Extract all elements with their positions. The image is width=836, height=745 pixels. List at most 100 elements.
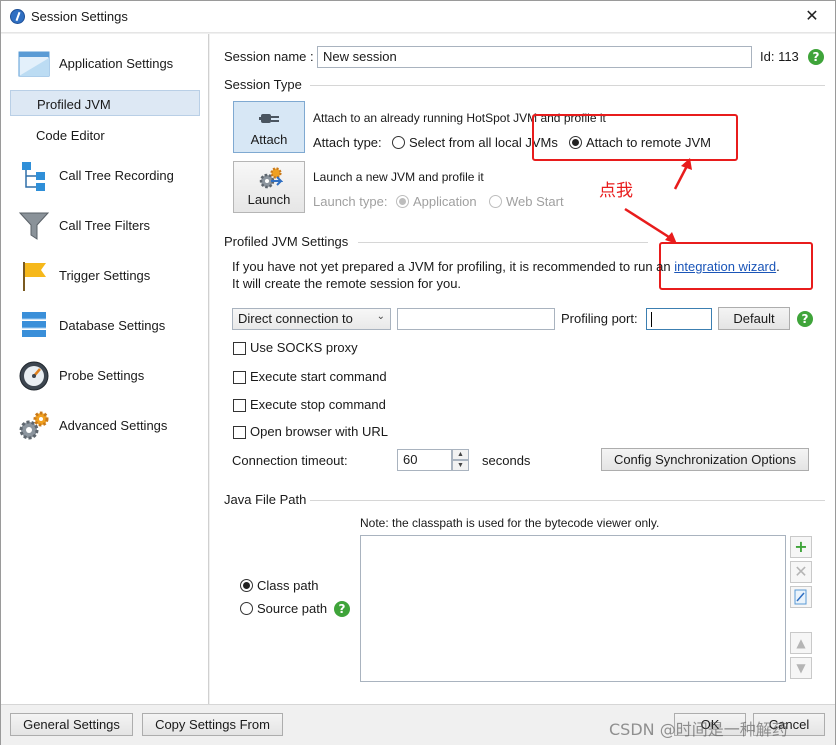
profiling-port-label: Profiling port: [561,311,638,326]
help-icon[interactable]: ? [334,601,350,617]
launch-type-label: Launch type: [313,194,388,209]
radio-label-application: Application [413,194,477,209]
default-port-button[interactable]: Default [718,307,790,330]
close-icon[interactable]: ✕ [803,7,821,25]
edit-icon[interactable] [790,586,812,608]
sidebar-item-database-settings[interactable]: Database Settings [1,304,207,348]
footer-bar: General Settings Copy Settings From OK C… [1,704,835,745]
radio-select-local-jvms[interactable] [392,136,405,149]
plug-icon [259,114,279,123]
sidebar-item-call-tree-filters[interactable]: Call Tree Filters [1,204,207,248]
general-settings-button[interactable]: General Settings [10,713,133,736]
add-icon[interactable]: + [790,536,812,558]
window-title: Session Settings [31,9,128,24]
annotation-arrows [624,158,692,244]
launch-button[interactable]: Launch [233,161,305,213]
sidebar-item-label: Profiled JVM [37,97,111,112]
radio-class-path[interactable] [240,579,253,592]
sidebar-item-label: Database Settings [59,318,166,333]
attach-button-label: Attach [250,132,288,147]
title-bar: Session Settings ✕ [1,1,835,33]
checkbox-open-browser[interactable] [233,426,246,439]
checkbox-start-command[interactable] [233,371,246,384]
radio-label-web-start: Web Start [506,194,564,209]
launch-button-label: Launch [247,192,291,207]
sidebar-item-label: Trigger Settings [59,268,151,283]
radio-source-path[interactable] [240,602,253,615]
session-name-input[interactable]: New session [317,46,752,68]
session-id-label: Id: 113 [760,49,799,64]
main-panel: Session name : New session Id: 113 ? Ses… [210,34,835,704]
attach-type-label: Attach type: [313,135,382,150]
classpath-list[interactable] [360,535,786,682]
sidebar-item-label: Application Settings [59,56,174,71]
sidebar-item-label: Advanced Settings [59,418,168,433]
profiling-port-input[interactable] [646,308,712,330]
integration-info-line2: It will create the remote session for yo… [232,276,462,291]
flag-icon [23,262,46,291]
call-tree-icon [22,162,45,191]
sidebar-item-trigger-settings[interactable]: Trigger Settings [1,254,207,298]
integration-info-suffix: . [776,259,780,274]
sidebar-item-probe-settings[interactable]: Probe Settings [1,354,207,398]
java-file-path-heading: Java File Path [224,492,307,507]
checkbox-socks-proxy[interactable] [233,342,246,355]
checkbox-label-stop-command: Execute stop command [250,397,386,412]
launch-gears-icon [259,167,283,189]
remove-icon: ✕ [790,561,812,583]
config-sync-options-button[interactable]: Config Synchronization Options [601,448,809,471]
connection-timeout-input[interactable]: 60 [397,449,452,471]
sidebar-item-label: Call Tree Filters [59,218,151,233]
window-icon [18,51,50,77]
session-settings-window: Session Settings ✕ Application Settings … [0,0,836,745]
document-edit-icon [794,589,807,605]
sidebar-item-call-tree-recording[interactable]: Call Tree Recording [1,154,207,198]
integration-info-prefix: If you have not yet prepared a JVM for p… [232,259,675,274]
checkbox-label-open-browser: Open browser with URL [250,424,388,439]
section-divider [358,242,648,243]
radio-label-class-path: Class path [257,578,319,593]
radio-web-start [489,195,502,208]
host-input[interactable] [397,308,555,330]
database-icon [22,312,46,337]
sidebar-item-code-editor[interactable]: Code Editor [10,122,200,148]
sidebar-item-advanced-settings[interactable]: Advanced Settings [1,404,207,448]
gauge-icon [19,361,49,391]
checkbox-label-start-command: Execute start command [250,369,387,384]
gears-icon [19,411,49,440]
chevron-down-icon: ⌄ [376,311,385,322]
checkbox-label-socks-proxy: Use SOCKS proxy [250,340,358,355]
profiled-jvm-heading: Profiled JVM Settings [224,234,349,249]
text-caret [651,312,652,327]
radio-label-source-path: Source path [257,601,328,616]
session-name-label: Session name : [224,49,314,64]
section-divider [310,500,825,501]
connection-type-value: Direct connection to [238,311,353,326]
funnel-icon [18,212,50,240]
move-down-icon: ▼ [790,657,812,679]
csdn-watermark: CSDN @时间是一种解药 [609,720,788,739]
session-type-heading: Session Type [224,77,302,92]
integration-wizard-link[interactable]: integration wizard [674,259,776,274]
sidebar: Application Settings Profiled JVM Code E… [1,34,209,704]
radio-application [396,195,409,208]
sidebar-item-application-settings[interactable]: Application Settings [1,42,207,86]
connection-type-select[interactable]: Direct connection to ⌄ [232,308,391,330]
help-icon[interactable]: ? [808,49,824,65]
move-up-icon: ▲ [790,632,812,654]
sidebar-item-label: Probe Settings [59,368,145,383]
section-divider [310,85,825,86]
copy-settings-button[interactable]: Copy Settings From [142,713,283,736]
spinner-up-icon[interactable]: ▲ [452,449,469,460]
spinner-down-icon[interactable]: ▼ [452,460,469,471]
checkbox-stop-command[interactable] [233,399,246,412]
sidebar-item-label: Call Tree Recording [59,168,174,183]
app-icon [10,9,25,24]
attach-button[interactable]: Attach [233,101,305,153]
connection-timeout-label: Connection timeout: [232,453,348,468]
integration-info-line1: If you have not yet prepared a JVM for p… [232,259,780,274]
sidebar-item-label: Code Editor [36,128,105,143]
sidebar-item-profiled-jvm[interactable]: Profiled JVM [10,90,200,116]
help-icon[interactable]: ? [797,311,813,327]
timeout-unit-label: seconds [482,453,531,468]
